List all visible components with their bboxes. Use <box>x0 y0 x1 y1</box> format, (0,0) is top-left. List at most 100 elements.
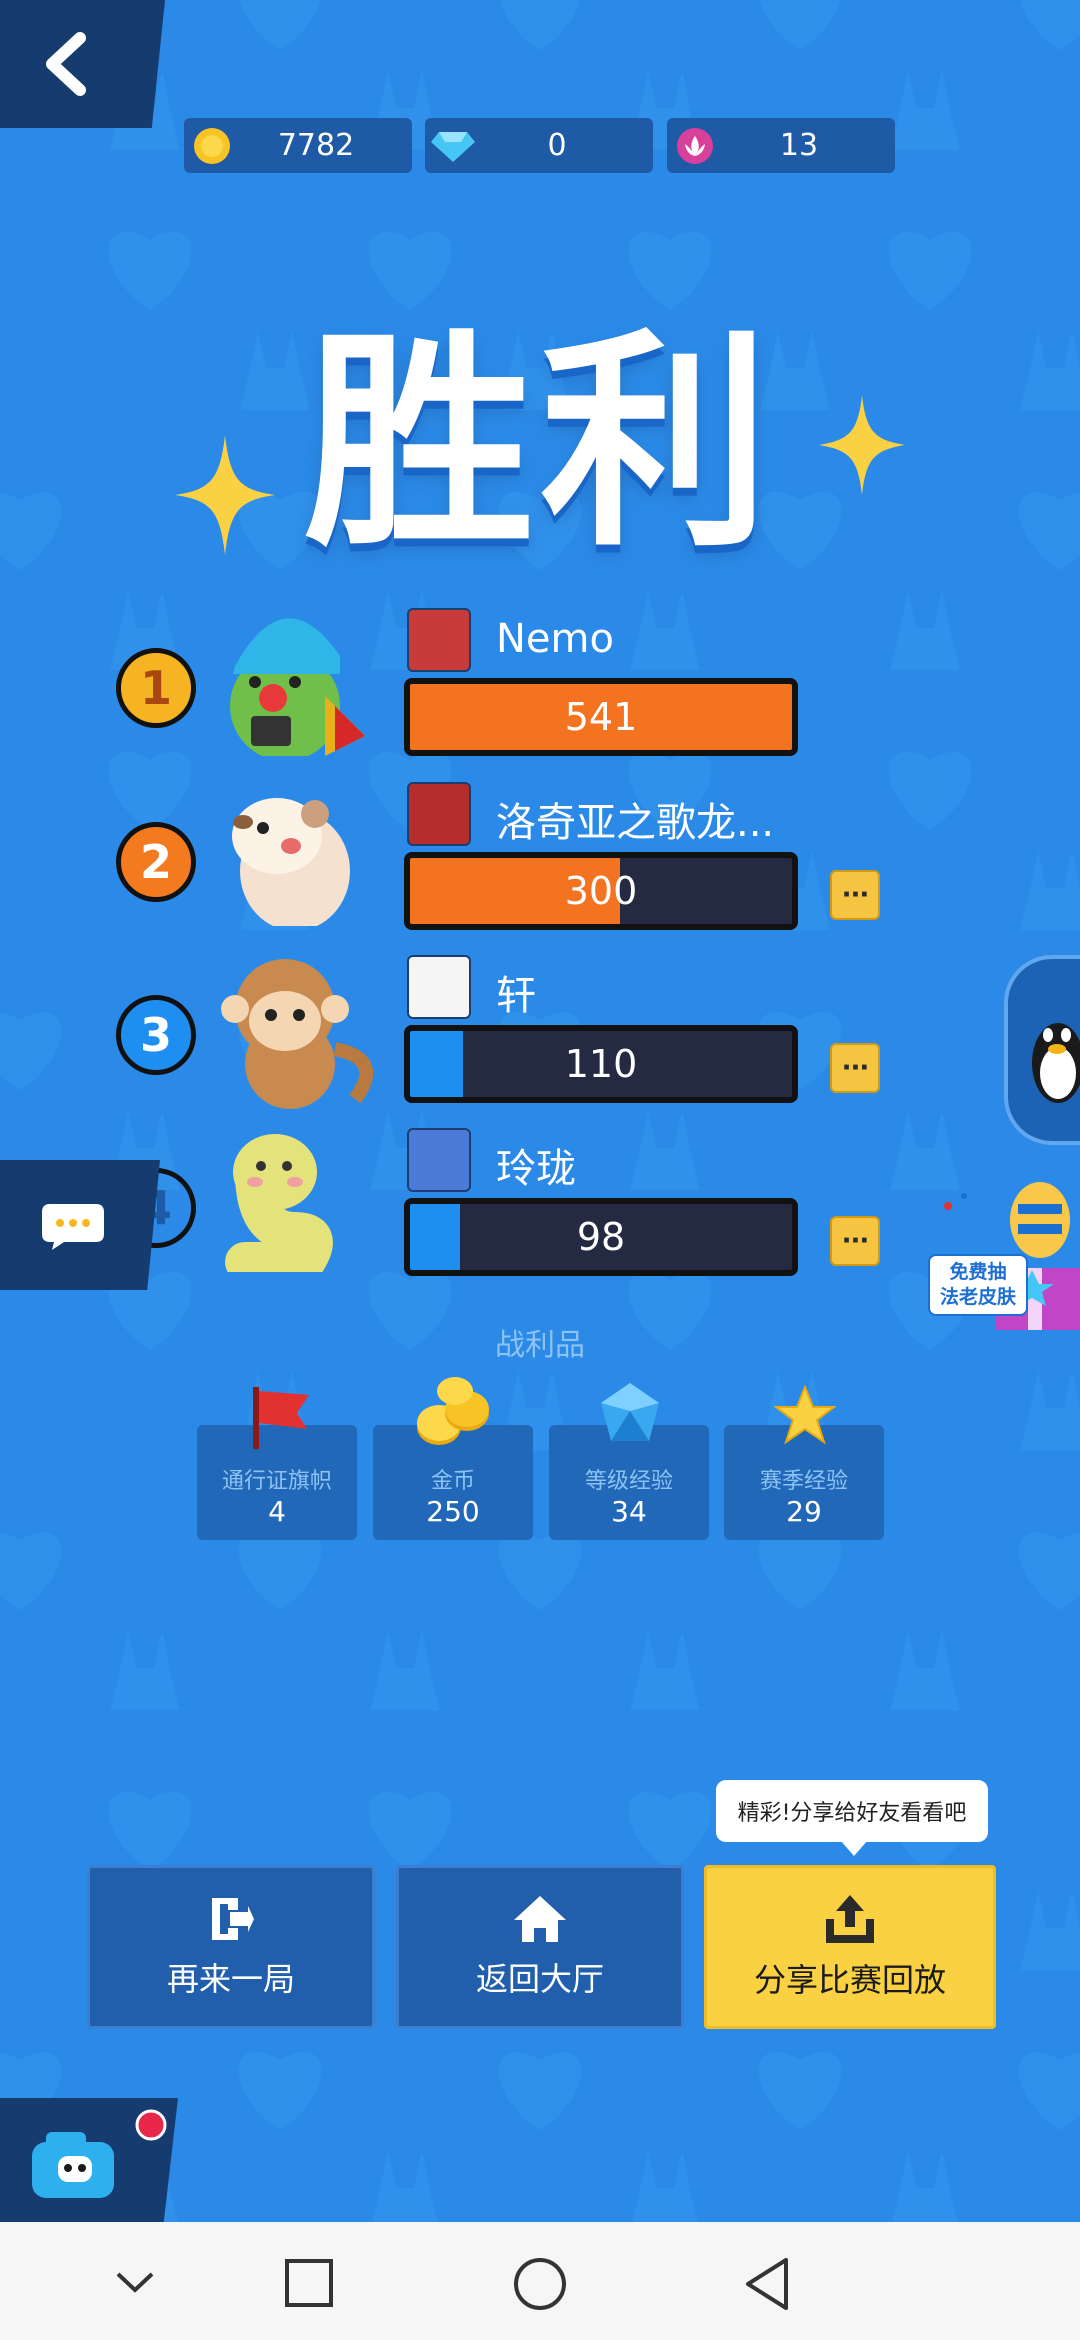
social-login-widget[interactable] <box>1004 955 1080 1145</box>
share-tooltip: 精彩!分享给好友看看吧 <box>716 1780 988 1856</box>
chat-bubble-icon <box>42 1204 104 1250</box>
background-heart <box>628 1791 712 1870</box>
blue-crystal-icon <box>601 1383 659 1441</box>
loot-title: 战利品 <box>495 1328 585 1363</box>
player-name: 轩 <box>496 973 536 1019</box>
monkey-avatar[interactable] <box>215 949 375 1118</box>
promo-line-1: 免费抽 <box>949 1261 1007 1284</box>
loot-item-coins: 金币 250 <box>373 1377 533 1540</box>
play-again-label: 再来一局 <box>166 1960 295 1998</box>
background-heart <box>108 1791 192 1870</box>
background-heart <box>238 1531 322 1610</box>
coin-balance[interactable]: 7782 <box>184 118 412 173</box>
score-bar: 110 <box>404 1025 798 1103</box>
loot-value: 4 <box>268 1495 286 1528</box>
record-button[interactable] <box>0 2098 178 2222</box>
share-replay-button[interactable]: 分享比赛回放 <box>704 1865 996 2029</box>
return-lobby-button[interactable]: 返回大厅 <box>396 1865 684 2029</box>
background-heart <box>240 0 320 50</box>
lotus-token-icon <box>677 127 713 164</box>
gold-coin-icon <box>194 127 230 164</box>
back-arrow-icon <box>46 32 86 96</box>
background-heart <box>500 0 580 50</box>
background-bunny <box>630 1630 700 1710</box>
return-lobby-label: 返回大厅 <box>475 1960 604 1998</box>
background-heart <box>498 2051 582 2130</box>
background-bunny <box>890 70 960 150</box>
red-flag-icon <box>253 1387 309 1449</box>
gold-coins-icon <box>417 1377 489 1445</box>
loot-item-season-exp: 赛季经验 29 <box>724 1385 884 1540</box>
back-triangle-icon[interactable] <box>742 2256 792 2312</box>
background-heart <box>1020 0 1080 50</box>
background-heart <box>368 231 452 310</box>
snake-avatar[interactable] <box>215 1122 355 1282</box>
background-heart <box>0 1532 62 1610</box>
background-heart <box>1018 1532 1080 1610</box>
background-bunny <box>1020 1890 1080 1970</box>
loot-label: 金币 <box>430 1469 475 1494</box>
background-heart <box>760 0 840 50</box>
gold-star-icon <box>774 1385 836 1445</box>
background-bunny <box>890 1630 960 1710</box>
diamond-icon <box>431 131 475 162</box>
rank-badge: 3 <box>116 995 196 1075</box>
player-row: 4 玲珑 98 ··· <box>0 1128 1080 1286</box>
share-upload-icon <box>826 1895 874 1943</box>
rank-badge: 2 <box>116 822 196 902</box>
player-name: 洛奇亚之歌龙... <box>496 800 775 846</box>
player-profile-icon[interactable] <box>407 1128 471 1192</box>
coin-balance-value: 7782 <box>277 128 355 163</box>
player-name: Nemo <box>496 616 614 662</box>
play-again-button[interactable]: 再来一局 <box>87 1865 375 2029</box>
score-bar: 98 <box>404 1198 798 1276</box>
back-button[interactable] <box>0 0 165 128</box>
hamster-avatar[interactable] <box>215 776 365 931</box>
player-row: 3 轩 110 ··· <box>0 955 1080 1113</box>
loot-value: 34 <box>611 1495 647 1528</box>
token-balance[interactable]: 13 <box>667 118 895 173</box>
home-icon <box>514 1896 566 1942</box>
background-heart <box>368 1791 452 1870</box>
promo-line-2: 法老皮肤 <box>939 1286 1016 1308</box>
background-heart <box>888 231 972 310</box>
background-bunny <box>372 2150 438 2222</box>
background-heart <box>238 2051 322 2130</box>
chat-button[interactable] <box>0 1160 160 1290</box>
background-heart <box>628 231 712 310</box>
home-circle-icon[interactable] <box>512 2256 568 2312</box>
player-profile-icon[interactable] <box>407 608 471 672</box>
system-navigation-bar <box>0 2222 1080 2340</box>
diamond-balance[interactable]: 0 <box>425 118 653 173</box>
loot-value: 29 <box>786 1495 822 1528</box>
share-replay-label: 分享比赛回放 <box>753 1961 946 1999</box>
background-heart <box>758 1531 842 1610</box>
promo-label[interactable]: 免费抽 法老皮肤 <box>928 1254 1028 1316</box>
player-name: 玲珑 <box>496 1146 576 1192</box>
camera-icon <box>32 2132 114 2198</box>
player-profile-icon[interactable] <box>407 955 471 1019</box>
more-options-button[interactable]: ··· <box>830 1216 880 1266</box>
loot-item-level-exp: 等级经验 34 <box>549 1383 709 1540</box>
player-row: 2 洛奇亚之歌龙... 300 ··· <box>0 782 1080 940</box>
rank-badge: 1 <box>116 648 196 728</box>
background-heart <box>498 1531 582 1610</box>
player-profile-icon[interactable] <box>407 782 471 846</box>
score-bar: 300 <box>404 852 798 930</box>
loot-label: 通行证旗帜 <box>221 1469 332 1494</box>
score-value: 110 <box>564 1042 638 1086</box>
victory-title: 胜利 <box>303 311 776 578</box>
background-bunny <box>370 1630 440 1710</box>
more-options-button[interactable]: ··· <box>830 870 880 920</box>
score-bar: 541 <box>404 678 798 756</box>
notification-dot-icon <box>135 2109 167 2141</box>
loot-label: 赛季经验 <box>759 1469 848 1494</box>
green-cactus-avatar[interactable] <box>215 586 375 761</box>
recent-apps-icon[interactable] <box>284 2258 334 2308</box>
chevron-down-icon[interactable] <box>112 2262 158 2302</box>
diamond-balance-value: 0 <box>547 128 567 163</box>
player-row: 1 Nemo 541 <box>0 608 1080 766</box>
more-options-button[interactable]: ··· <box>830 1043 880 1093</box>
replay-icon <box>212 1898 254 1940</box>
loot-item-pass-flag: 通行证旗帜 4 <box>197 1387 357 1540</box>
